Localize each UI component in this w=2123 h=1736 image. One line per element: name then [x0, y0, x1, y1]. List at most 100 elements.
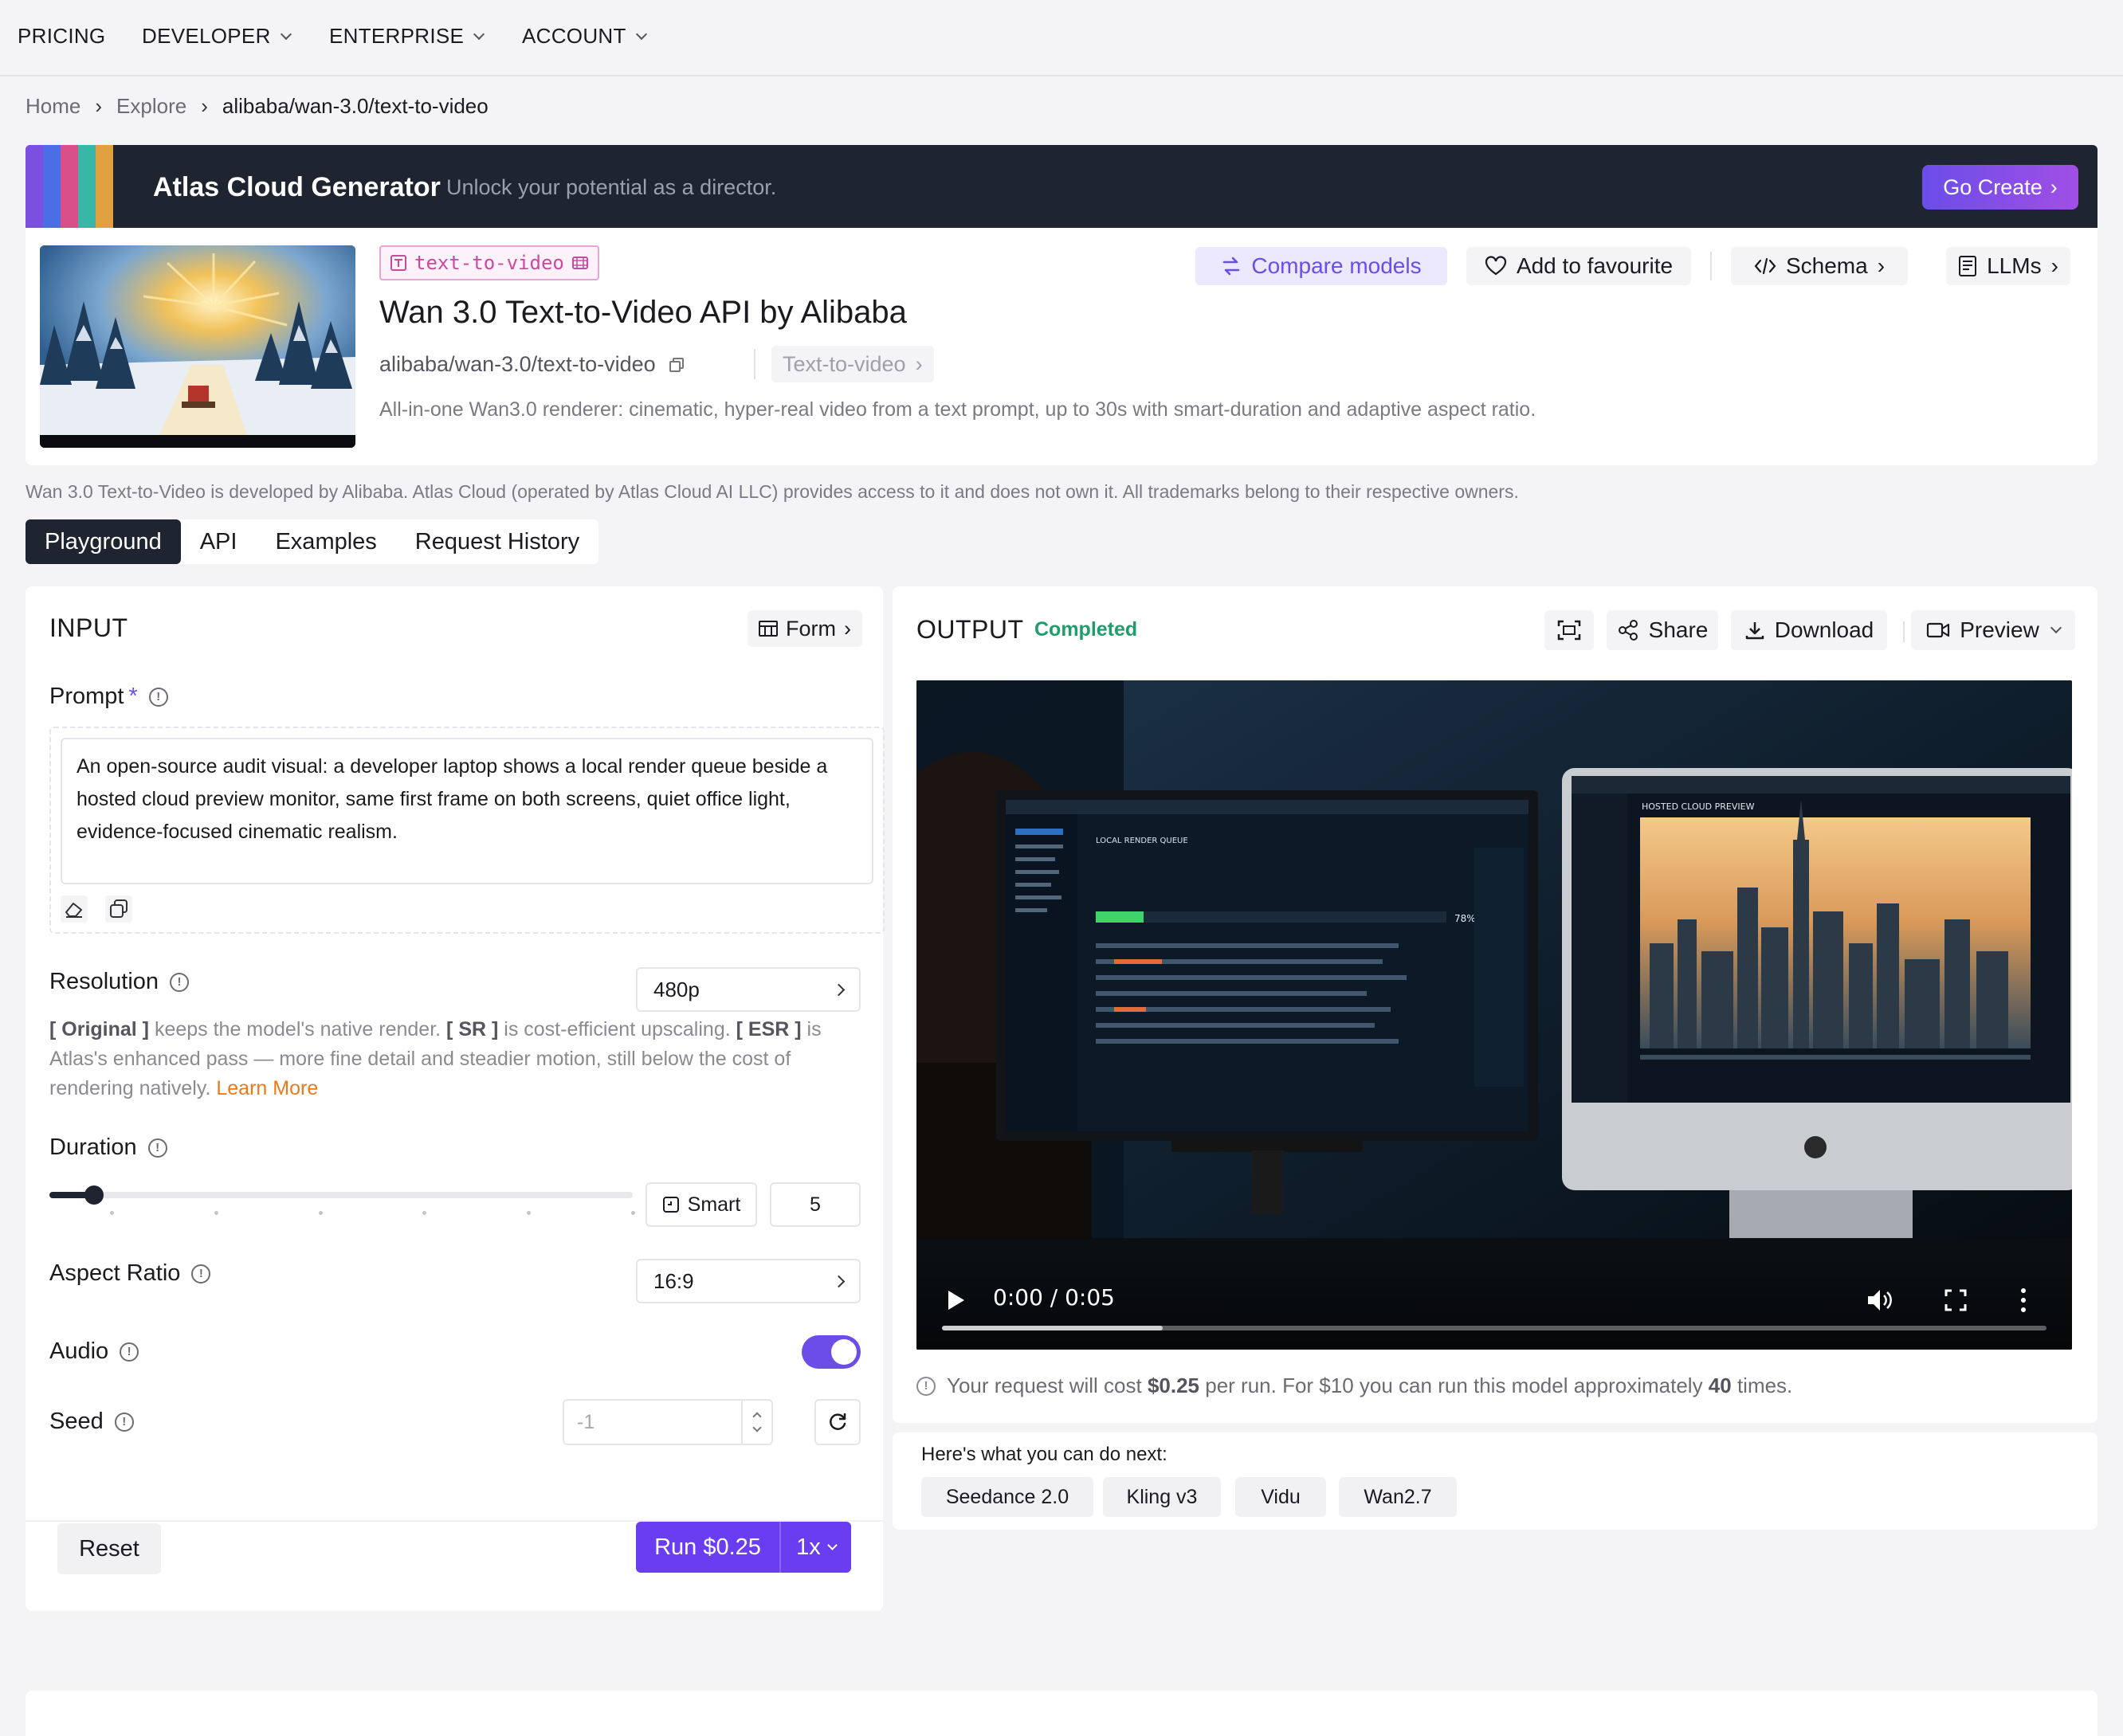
toggle-knob	[831, 1339, 857, 1365]
cost-info: ! Your request will cost $0.25 per run. …	[916, 1374, 1792, 1398]
suggestion-chip-wan[interactable]: Wan2.7	[1339, 1477, 1457, 1517]
fullscreen-button[interactable]	[1544, 610, 1594, 650]
tab-playground[interactable]: Playground	[26, 519, 181, 564]
breadcrumb-current: alibaba/wan-3.0/text-to-video	[222, 94, 489, 118]
llms-button[interactable]: LLMs ›	[1946, 247, 2070, 285]
aspect-ratio-select[interactable]: 16:9	[636, 1259, 861, 1303]
learn-more-link[interactable]: Learn More	[216, 1077, 318, 1099]
chevron-right-icon: ›	[95, 94, 103, 118]
nav-pricing[interactable]: PRICING	[18, 24, 105, 49]
video-progress-bar[interactable]	[942, 1326, 2046, 1330]
tab-examples[interactable]: Examples	[256, 519, 395, 564]
breadcrumb: Home › Explore › alibaba/wan-3.0/text-to…	[26, 94, 489, 119]
duration-input[interactable]: 5	[770, 1182, 861, 1227]
swap-icon	[1223, 257, 1240, 276]
info-icon[interactable]: !	[114, 1412, 134, 1432]
next-steps-panel: Here's what you can do next: Seedance 2.…	[893, 1432, 2097, 1530]
refresh-icon	[830, 1413, 846, 1430]
expand-icon	[1557, 620, 1581, 641]
reset-button[interactable]: Reset	[57, 1523, 161, 1574]
add-to-favourite-button[interactable]: Add to favourite	[1466, 247, 1691, 285]
slider-tick	[319, 1211, 323, 1215]
download-button[interactable]: Download	[1731, 610, 1887, 650]
winter-sled-painting	[40, 245, 355, 448]
slider-handle[interactable]	[84, 1185, 104, 1205]
seed-stepper[interactable]	[741, 1401, 771, 1444]
model-description: All-in-one Wan3.0 renderer: cinematic, h…	[379, 398, 1536, 421]
fullscreen-icon[interactable]	[1944, 1289, 1967, 1311]
chevron-down-icon	[473, 28, 485, 40]
banner-subtitle: Unlock your potential as a director.	[446, 175, 777, 199]
duration-label: Duration !	[49, 1134, 167, 1161]
nav-developer[interactable]: DEVELOPER	[142, 24, 292, 49]
form-mode-button[interactable]: Form ›	[748, 610, 862, 647]
chevron-right-icon: ›	[1877, 253, 1886, 278]
volume-icon[interactable]	[1866, 1287, 1893, 1313]
video-frame: LOCAL RENDER QUEUE 78% HOSTED CLOUD PREV…	[916, 680, 2072, 1350]
chevron-down-icon[interactable]	[752, 1423, 762, 1432]
info-icon[interactable]: !	[191, 1264, 211, 1283]
info-icon[interactable]: !	[170, 972, 190, 992]
duration-slider[interactable]	[49, 1185, 633, 1205]
run-button[interactable]: Run $0.25 1x	[636, 1522, 851, 1573]
download-icon	[1745, 622, 1764, 640]
schema-button[interactable]: Schema ›	[1731, 247, 1908, 285]
resolution-help: [ Original ] keeps the model's native re…	[49, 1018, 822, 1099]
video-player[interactable]: LOCAL RENDER QUEUE 78% HOSTED CLOUD PREV…	[916, 680, 2072, 1350]
banner-stripe	[61, 145, 78, 228]
suggestion-chip-seedance[interactable]: Seedance 2.0	[921, 1477, 1093, 1517]
preview-select[interactable]: Preview	[1911, 610, 2075, 650]
divider	[754, 349, 755, 379]
info-icon[interactable]: !	[147, 1138, 167, 1158]
generator-banner: Atlas Cloud Generator Unlock your potent…	[26, 145, 2097, 228]
seed-label: Seed !	[49, 1409, 134, 1435]
banner-stripe	[78, 145, 96, 228]
document-icon	[1959, 256, 1977, 276]
tab-api[interactable]: API	[181, 519, 257, 564]
run-multiplier-select[interactable]: 1x	[779, 1522, 851, 1573]
top-nav: PRICING DEVELOPER ENTERPRISE ACCOUNT	[0, 0, 2123, 76]
chevron-right-icon: ›	[201, 94, 208, 118]
breadcrumb-home[interactable]: Home	[26, 94, 80, 119]
resolution-select[interactable]: 480p	[636, 967, 861, 1012]
slider-tick	[422, 1211, 426, 1215]
share-button[interactable]: Share	[1607, 610, 1718, 650]
randomize-seed-button[interactable]	[814, 1399, 861, 1445]
seed-input[interactable]: -1	[563, 1399, 773, 1445]
prompt-textarea[interactable]: An open-source audit visual: a developer…	[61, 738, 873, 884]
nav-enterprise[interactable]: ENTERPRISE	[329, 24, 485, 49]
banner-stripe	[43, 145, 61, 228]
next-steps-title: Here's what you can do next:	[921, 1444, 1167, 1465]
prompt-container: An open-source audit visual: a developer…	[49, 727, 885, 934]
copy-icon[interactable]	[669, 357, 685, 373]
table-icon	[759, 621, 778, 637]
more-options-icon[interactable]	[2019, 1287, 2027, 1313]
suggestion-chip-vidu[interactable]: Vidu	[1235, 1477, 1326, 1517]
status-badge: Completed	[1034, 618, 1138, 641]
chevron-up-icon[interactable]	[752, 1412, 762, 1421]
chevron-down-icon	[826, 1539, 838, 1550]
info-icon[interactable]: !	[120, 1342, 139, 1362]
info-icon[interactable]: !	[148, 687, 168, 707]
audio-toggle[interactable]	[802, 1335, 861, 1369]
nav-account[interactable]: ACCOUNT	[522, 24, 647, 49]
banner-stripe	[96, 145, 113, 228]
tab-request-history[interactable]: Request History	[396, 519, 598, 564]
go-create-button[interactable]: Go Create ›	[1922, 165, 2078, 210]
suggestion-chip-kling[interactable]: Kling v3	[1103, 1477, 1221, 1517]
eraser-icon[interactable]	[61, 895, 88, 923]
play-icon[interactable]	[947, 1289, 966, 1311]
prompt-label: Prompt * !	[49, 684, 168, 710]
breadcrumb-explore[interactable]: Explore	[116, 94, 186, 119]
banner-stripe	[26, 145, 43, 228]
info-icon: !	[916, 1376, 936, 1396]
chevron-right-icon: ›	[915, 351, 923, 376]
smart-duration-button[interactable]: Smart	[646, 1182, 757, 1227]
copy-icon[interactable]	[105, 895, 132, 923]
category-chip[interactable]: Text-to-video ›	[771, 346, 934, 382]
compare-models-button[interactable]: Compare models	[1195, 247, 1447, 285]
model-id: alibaba/wan-3.0/text-to-video	[379, 352, 685, 377]
slider-tick	[214, 1211, 218, 1215]
video-buffered	[942, 1326, 1164, 1330]
audio-label: Audio !	[49, 1338, 139, 1365]
